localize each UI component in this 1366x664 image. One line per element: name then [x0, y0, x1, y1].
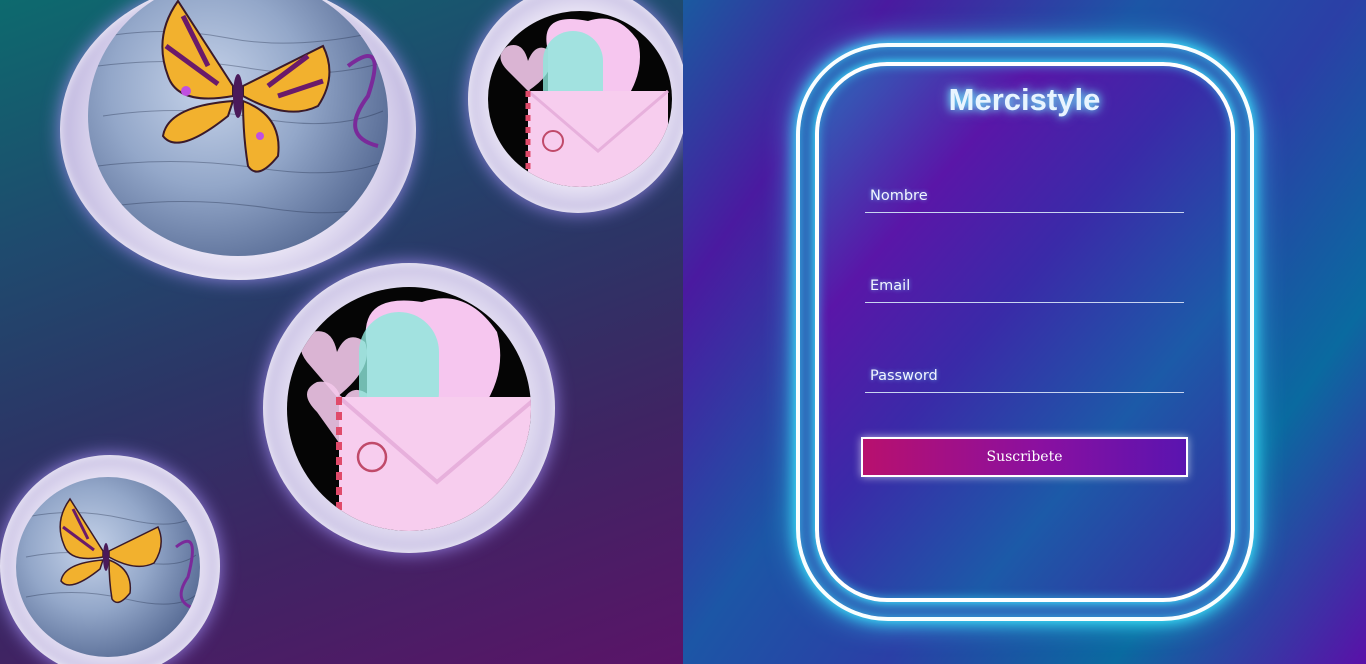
neon-frame-inner [815, 62, 1235, 602]
image-gallery-panel [0, 0, 683, 664]
love-letter-image-circle [468, 0, 683, 213]
butterfly-small-image-circle [0, 455, 220, 664]
password-input[interactable] [865, 362, 1184, 392]
butterfly-icon [25, 497, 197, 611]
password-field[interactable]: Password [865, 362, 1184, 393]
butterfly-image-circle [60, 0, 416, 280]
subscribe-panel: Mercistyle Nombre Email Password Suscrib… [683, 0, 1366, 664]
love-letter-large-image-circle [263, 263, 555, 553]
name-field[interactable]: Nombre [865, 182, 1184, 213]
butterfly-image [88, 0, 388, 256]
email-field[interactable]: Email [865, 272, 1184, 303]
envelope-hearts-icon [500, 18, 669, 187]
love-letter-image [488, 11, 672, 187]
email-input[interactable] [865, 272, 1184, 302]
brand-title: Mercistyle [948, 82, 1101, 117]
name-input[interactable] [865, 182, 1184, 212]
envelope-hearts-icon [300, 298, 531, 531]
love-letter-large-image [287, 287, 531, 531]
butterfly-icon [97, 0, 384, 214]
page: Mercistyle Nombre Email Password Suscrib… [0, 0, 1366, 664]
subscribe-button[interactable]: Suscribete [861, 437, 1188, 477]
butterfly-small-image [16, 477, 200, 657]
